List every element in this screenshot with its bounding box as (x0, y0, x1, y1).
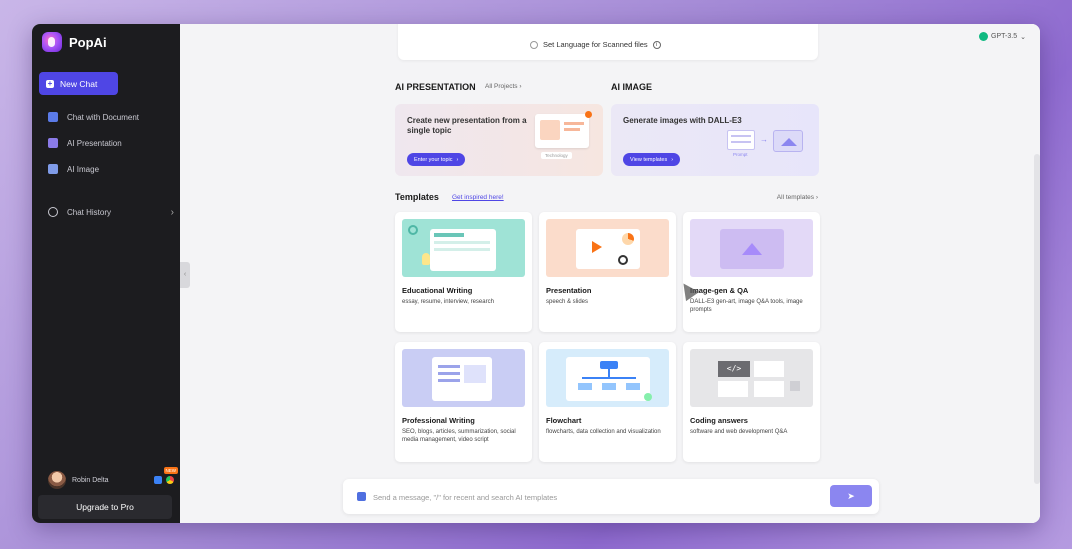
brand[interactable]: PopAi (42, 32, 107, 52)
sidebar-item-label: AI Image (67, 164, 100, 174)
template-description: software and web development Q&A (690, 429, 788, 435)
get-inspired-link[interactable]: Get inspired here! (452, 194, 504, 201)
ai-presentation-title: AI PRESENTATION (395, 82, 476, 92)
app-store-icon[interactable] (154, 476, 162, 484)
chevron-right-icon: › (456, 156, 459, 163)
new-chat-label: New Chat (60, 78, 98, 89)
message-input[interactable] (373, 487, 821, 507)
template-title: Professional Writing (402, 416, 475, 425)
info-icon[interactable]: i (652, 40, 661, 49)
chat-input-bar: ➤ (343, 479, 879, 514)
model-selector[interactable]: GPT-3.5 ⌄ (979, 32, 1026, 41)
ai-image-title: AI IMAGE (611, 82, 653, 92)
document-icon (48, 112, 58, 122)
upgrade-to-pro-button[interactable]: Upgrade to Pro (38, 495, 172, 519)
sidebar-item-chat-with-document[interactable]: Chat with Document (48, 112, 139, 122)
template-title: Coding answers (690, 416, 748, 425)
all-projects-link[interactable]: All Projects › (485, 83, 522, 90)
all-templates-link[interactable]: All templates › (777, 194, 818, 201)
educational-writing-thumbnail (402, 219, 525, 277)
view-templates-label: View templates (630, 156, 668, 163)
template-card-professional-writing[interactable]: Professional Writing SEO, blogs, article… (395, 342, 532, 462)
thumb-tag: Prompt (733, 152, 748, 157)
presentation-thumbnail (546, 219, 669, 277)
chevron-right-icon: › (170, 206, 174, 218)
send-icon: ➤ (847, 490, 855, 501)
enter-your-topic-button[interactable]: Enter your topic › (407, 153, 466, 166)
sidebar-item-ai-presentation[interactable]: AI Presentation (48, 138, 122, 148)
chrome-icon[interactable] (166, 476, 174, 484)
template-description: flowcharts, data collection and visualiz… (546, 429, 661, 435)
all-templates-label: All templates (776, 194, 815, 201)
template-title: Flowchart (546, 416, 582, 425)
image-thumbnail (773, 130, 803, 152)
ai-image-promo[interactable]: Generate images with DALL-E3 → Prompt Vi… (611, 104, 819, 176)
scrollbar[interactable] (1034, 154, 1040, 484)
new-badge: NEW (163, 467, 178, 474)
history-icon (48, 207, 58, 217)
upload-image-icon[interactable] (357, 492, 366, 501)
view-templates-button[interactable]: View templates › (623, 153, 681, 166)
presentation-thumbnail (535, 111, 592, 148)
sidebar-item-label: Chat with Document (67, 112, 140, 122)
professional-writing-thumbnail (402, 349, 525, 407)
popai-logo-icon (42, 32, 62, 52)
template-card-coding-answers[interactable]: </> Coding answers software and web deve… (683, 342, 820, 462)
ai-presentation-promo[interactable]: Create new presentation from a single to… (395, 104, 603, 176)
scanned-language-label: Set Language for Scanned files (543, 40, 648, 49)
radio-button[interactable] (530, 40, 538, 49)
user-name: Robin Delta (72, 476, 109, 484)
brand-name: PopAi (69, 34, 107, 50)
main-content: ‹ GPT-3.5 ⌄ Set Language for Scanned fil… (180, 24, 1040, 523)
chevron-down-icon: ⌄ (1020, 33, 1026, 41)
sidebar-item-label: Chat History (67, 207, 112, 217)
arrow-icon: → (760, 135, 768, 144)
gpt-icon (979, 32, 989, 41)
template-card-flowchart[interactable]: Flowchart flowcharts, data collection an… (539, 342, 676, 462)
image-gen-thumbnail (690, 219, 813, 277)
chevron-right-icon: › (671, 156, 674, 163)
all-projects-label: All Projects (485, 83, 518, 90)
template-card-educational-writing[interactable]: Educational Writing essay, resume, inter… (395, 212, 532, 332)
send-button[interactable]: ➤ (830, 485, 872, 507)
prompt-thumbnail (727, 130, 755, 150)
templates-title: Templates (395, 192, 439, 202)
template-card-image-gen-qa[interactable]: Image-gen & QA DALL-E3 gen-art, image Q&… (683, 212, 820, 332)
image-icon (48, 164, 58, 174)
template-description: SEO, blogs, articles, summarization, soc… (402, 429, 516, 443)
app-links: NEW (154, 467, 178, 484)
app-window: PopAi + New Chat Chat with Document AI P… (32, 24, 1040, 523)
sidebar: PopAi + New Chat Chat with Document AI P… (32, 24, 180, 523)
template-description: speech & slides (546, 299, 589, 305)
flowchart-thumbnail (546, 349, 669, 407)
thumb-tag: Technology (541, 152, 572, 159)
code-icon: </> (718, 361, 750, 377)
model-label: GPT-3.5 (991, 33, 1018, 40)
template-title: Presentation (546, 286, 592, 295)
scanned-language-option[interactable]: Set Language for Scanned files i (530, 40, 661, 49)
presentation-icon (48, 138, 58, 148)
avatar (48, 471, 66, 489)
collapse-sidebar-handle[interactable]: ‹ (180, 262, 190, 288)
user-profile[interactable]: Robin Delta NEW (48, 467, 178, 489)
sidebar-item-ai-image[interactable]: AI Image (48, 164, 99, 174)
coding-thumbnail: </> (690, 349, 813, 407)
template-description: essay, resume, interview, research (402, 299, 494, 305)
template-card-presentation[interactable]: Presentation speech & slides (539, 212, 676, 332)
sidebar-item-chat-history[interactable]: Chat History › (48, 206, 174, 218)
promo-text: Create new presentation from a single to… (407, 116, 527, 135)
enter-topic-label: Enter your topic (414, 156, 453, 163)
sidebar-item-label: AI Presentation (67, 138, 122, 148)
new-chat-button[interactable]: + New Chat (39, 72, 118, 95)
template-description: DALL-E3 gen-art, image Q&A tools, image … (690, 299, 803, 313)
plus-icon: + (46, 78, 54, 88)
promo-text: Generate images with DALL-E3 (623, 116, 742, 125)
template-title: Educational Writing (402, 286, 473, 295)
